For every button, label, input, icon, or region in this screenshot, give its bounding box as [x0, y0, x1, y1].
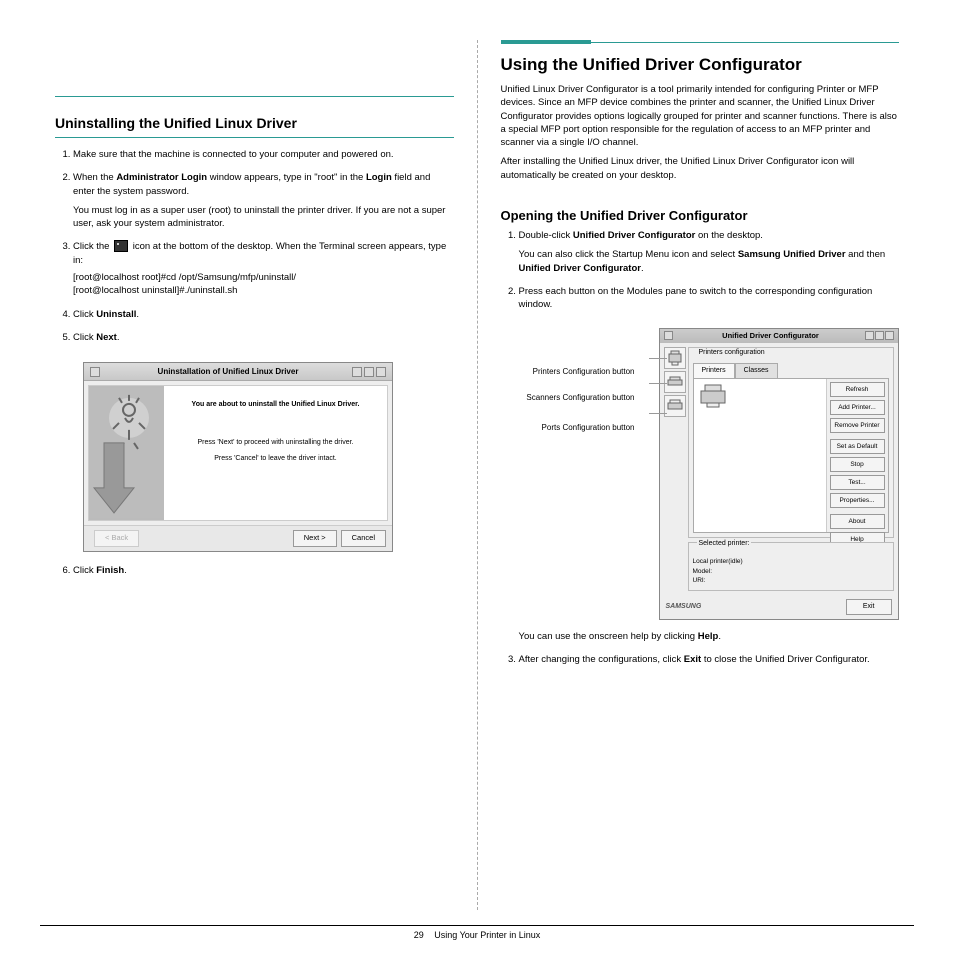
intro-paragraph-1: Unified Linux Driver Configurator is a t… — [501, 83, 900, 149]
minimize-icon[interactable] — [352, 367, 362, 377]
step-5: Click Next. Uninstallation of Unified Li… — [73, 331, 454, 552]
cancel-button[interactable]: Cancel — [341, 530, 386, 547]
maximize-icon[interactable] — [364, 367, 374, 377]
scanners-config-button[interactable] — [664, 371, 686, 393]
terminal-icon — [114, 240, 128, 252]
printers-list[interactable] — [694, 379, 826, 532]
uninstall-dialog: Uninstallation of Unified Linux Driver — [83, 362, 393, 551]
leader-line — [649, 383, 667, 384]
cfg-titlebar: Unified Driver Configurator — [660, 329, 898, 344]
selected-title: Selected printer: — [697, 539, 752, 549]
section-top-rule — [501, 42, 900, 43]
selected-printer-group: Selected printer: Local printer(idle) Mo… — [688, 542, 894, 591]
configurator-window: Unified Driver Configurator — [659, 328, 899, 620]
step-6: Click Finish. — [73, 564, 454, 577]
section-rule — [55, 96, 454, 97]
section-rule-bottom — [55, 137, 454, 138]
uninstall-steps: Make sure that the machine is connected … — [73, 148, 454, 577]
window-icon — [664, 331, 673, 340]
test-button[interactable]: Test... — [830, 475, 885, 490]
action-buttons: Refresh Add Printer... Remove Printer Se… — [826, 379, 888, 532]
leader-line — [649, 413, 667, 414]
step-3-code: [root@localhost root]#cd /opt/Samsung/mf… — [73, 271, 454, 298]
remove-printer-button[interactable]: Remove Printer — [830, 418, 885, 433]
printer-icon — [698, 383, 728, 409]
exit-button[interactable]: Exit — [846, 599, 892, 615]
step-1: Make sure that the machine is connected … — [73, 148, 454, 161]
help-hint: You can use the onscreen help by clickin… — [519, 630, 900, 643]
page-footer: 29 Using Your Printer in Linux — [0, 930, 954, 940]
step-2-note: You must log in as a super user (root) t… — [73, 204, 454, 231]
window-controls — [865, 331, 894, 340]
cfg-step-3: After changing the configurations, click… — [519, 653, 900, 666]
cfg-step-2: Press each button on the Modules pane to… — [519, 285, 900, 643]
set-default-button[interactable]: Set as Default — [830, 439, 885, 454]
dialog-line2: Press 'Next' to proceed with uninstallin… — [174, 438, 377, 448]
footer-label: Using Your Printer in Linux — [434, 930, 540, 940]
step-4: Click Uninstall. — [73, 308, 454, 321]
wizard-sidebar-image — [89, 386, 164, 520]
samsung-logo: SAMSUNG — [666, 602, 702, 612]
printers-config-button[interactable] — [664, 347, 686, 369]
uninstall-title: Uninstalling the Unified Linux Driver — [55, 115, 454, 131]
ports-config-button[interactable] — [664, 395, 686, 417]
maximize-icon[interactable] — [875, 331, 884, 340]
group-title: Printers configuration — [697, 348, 767, 358]
step-2: When the Administrator Login window appe… — [73, 171, 454, 230]
next-button[interactable]: Next > — [293, 530, 337, 547]
right-column: Using the Unified Driver Configurator Un… — [486, 40, 915, 910]
close-icon[interactable] — [885, 331, 894, 340]
footer-rule — [40, 925, 914, 926]
label-scanners: Scanners Configuration button — [526, 392, 634, 403]
dialog-headline: You are about to uninstall the Unified L… — [174, 400, 377, 410]
intro-paragraph-2: After installing the Unified Linux drive… — [501, 155, 900, 182]
tab-classes[interactable]: Classes — [735, 363, 778, 378]
dialog-titlebar: Uninstallation of Unified Linux Driver — [84, 363, 392, 381]
opening-subtitle: Opening the Unified Driver Configurator — [501, 208, 900, 223]
window-controls — [352, 367, 386, 377]
about-button[interactable]: About — [830, 514, 885, 529]
tab-printers[interactable]: Printers — [693, 363, 735, 378]
properties-button[interactable]: Properties... — [830, 493, 885, 508]
leader-line — [649, 358, 667, 359]
selected-info: Local printer(idle) Model: URI: — [693, 557, 889, 584]
cfg-step-1-note: You can also click the Startup Menu icon… — [519, 248, 900, 275]
refresh-button[interactable]: Refresh — [830, 382, 885, 397]
stop-button[interactable]: Stop — [830, 457, 885, 472]
configurator-title: Using the Unified Driver Configurator — [501, 55, 900, 75]
window-icon — [90, 367, 100, 377]
add-printer-button[interactable]: Add Printer... — [830, 400, 885, 415]
column-divider — [477, 40, 478, 910]
label-printers: Printers Configuration button — [533, 366, 635, 377]
label-ports: Ports Configuration button — [542, 422, 635, 433]
back-button: < Back — [94, 530, 139, 547]
left-column: Uninstalling the Unified Linux Driver Ma… — [40, 40, 469, 910]
minimize-icon[interactable] — [865, 331, 874, 340]
configurator-steps: Double-click Unified Driver Configurator… — [519, 229, 900, 666]
dialog-line3: Press 'Cancel' to leave the driver intac… — [174, 454, 377, 464]
close-icon[interactable] — [376, 367, 386, 377]
cfg-step-1: Double-click Unified Driver Configurator… — [519, 229, 900, 275]
step-3: Click the icon at the bottom of the desk… — [73, 240, 454, 297]
page-number: 29 — [414, 930, 424, 940]
